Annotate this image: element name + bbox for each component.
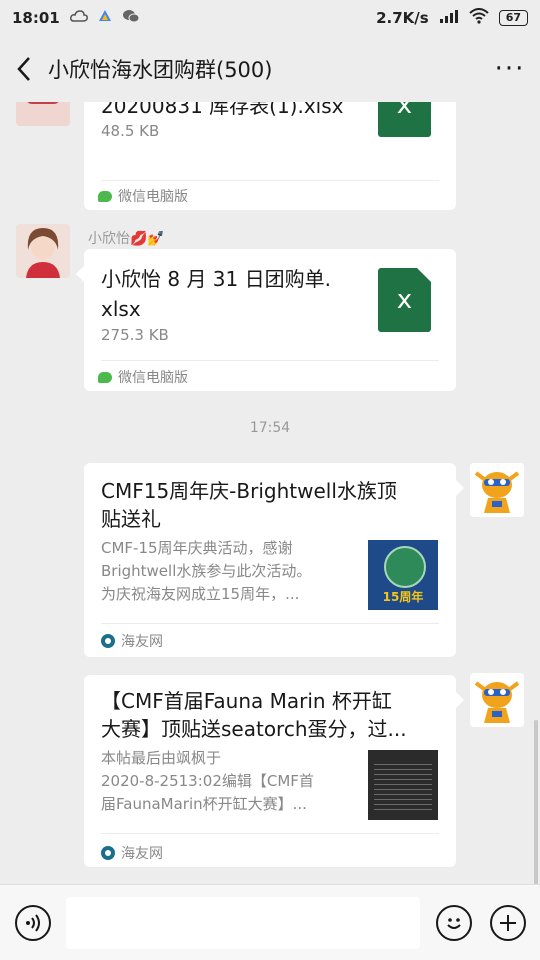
bubble-tail (76, 266, 84, 282)
source-row: 微信电脑版 (98, 367, 188, 387)
cloud-icon (69, 10, 88, 26)
chat-title: 小欣怡海水团购群(500) (48, 58, 273, 82)
bubble-tail (456, 480, 464, 496)
link-thumbnail (368, 750, 438, 820)
input-bar (0, 884, 540, 960)
message-list[interactable]: 20200831 库存表(1).xlsx 48.5 KB x 微信电脑版 小欣怡… (0, 102, 540, 884)
thumb-emblem (384, 546, 426, 588)
link-title-line1: CMF15周年庆-Brightwell水族顶 (101, 479, 397, 503)
plus-icon (500, 915, 516, 931)
message-input[interactable] (66, 897, 420, 949)
thumb-text-lines (374, 760, 432, 810)
link-desc-line2: 2020-8-2513:02编辑【CMF首 (101, 772, 314, 790)
link-desc-line1: 本帖最后由飒枫于 (101, 749, 222, 767)
link-message[interactable]: 【CMF首届Fauna Marin 杯开缸 大赛】顶贴送seatorch蛋分，过… (84, 675, 456, 867)
source-row: 微信电脑版 (98, 186, 188, 206)
divider (101, 623, 439, 624)
message-timestamp: 17:54 (249, 420, 291, 436)
wechat-icon (98, 190, 112, 202)
link-title-line1: 【CMF首届Fauna Marin 杯开缸 (101, 689, 392, 713)
voice-button[interactable] (15, 905, 51, 941)
file-name-line1: 小欣怡 8 月 31 日团购单. (101, 267, 331, 291)
thumb-text: 15周年 (382, 590, 424, 604)
emoji-button[interactable] (436, 905, 472, 941)
excel-file-icon: x (378, 102, 431, 137)
file-message[interactable]: 小欣怡 8 月 31 日团购单. xlsx 275.3 KB x 微信电脑版 (84, 249, 456, 391)
network-speed: 2.7K/s (376, 9, 429, 27)
status-time: 18:01 (12, 9, 60, 27)
divider (101, 833, 439, 834)
file-name-line2: xlsx (101, 297, 141, 321)
file-size: 275.3 KB (101, 326, 169, 344)
plus-button[interactable] (490, 905, 526, 941)
bubble-tail (456, 692, 464, 708)
my-avatar[interactable] (470, 463, 524, 517)
divider (101, 180, 439, 181)
source-row: 海友网 (101, 843, 163, 863)
file-name: 20200831 库存表(1).xlsx (101, 102, 344, 118)
haiyou-logo-icon (101, 846, 115, 860)
wifi-icon (469, 8, 489, 28)
more-options-button[interactable]: ··· (480, 54, 540, 84)
sender-avatar[interactable] (16, 224, 70, 278)
avatar[interactable] (16, 102, 70, 126)
my-avatar[interactable] (470, 673, 524, 727)
link-title-line2: 贴送礼 (101, 507, 161, 531)
link-message[interactable]: CMF15周年庆-Brightwell水族顶 贴送礼 CMF-15周年庆典活动，… (84, 463, 456, 657)
scrollbar[interactable] (534, 720, 538, 885)
voice-icon (26, 914, 40, 932)
chat-header: 小欣怡海水团购群(500) ··· (0, 36, 540, 102)
link-title-line2: 大赛】顶贴送seatorch蛋分，过... (101, 717, 407, 741)
source-label: 海友网 (121, 634, 163, 650)
chevron-left-icon (17, 57, 30, 81)
status-bar: 18:01 2.7K/s 67 (0, 0, 540, 36)
link-desc-line2: Brightwell水族参与此次活动。 (101, 562, 312, 580)
source-label: 微信电脑版 (118, 370, 188, 386)
signal-icon (439, 9, 459, 27)
sender-name: 小欣怡💋💅 (88, 231, 165, 247)
link-thumbnail: 15周年 (368, 540, 438, 610)
source-label: 微信电脑版 (118, 189, 188, 205)
drive-icon (98, 9, 112, 27)
back-button[interactable] (0, 36, 48, 102)
source-row: 海友网 (101, 631, 163, 651)
link-desc-line3: 届FaunaMarin杯开缸大赛】... (101, 795, 307, 813)
file-size: 48.5 KB (101, 122, 160, 140)
divider (101, 360, 439, 361)
wechat-icon (98, 371, 112, 383)
source-label: 海友网 (121, 846, 163, 862)
link-desc-line1: CMF-15周年庆典活动，感谢 (101, 539, 293, 557)
link-desc-line3: 为庆祝海友网成立15周年，... (101, 585, 300, 603)
haiyou-logo-icon (101, 634, 115, 648)
excel-file-icon: x (378, 268, 431, 332)
emoji-icon (447, 918, 461, 929)
file-message[interactable]: 20200831 库存表(1).xlsx 48.5 KB x 微信电脑版 (84, 102, 456, 210)
battery-icon: 67 (498, 10, 528, 26)
wechat-icon (122, 9, 140, 27)
